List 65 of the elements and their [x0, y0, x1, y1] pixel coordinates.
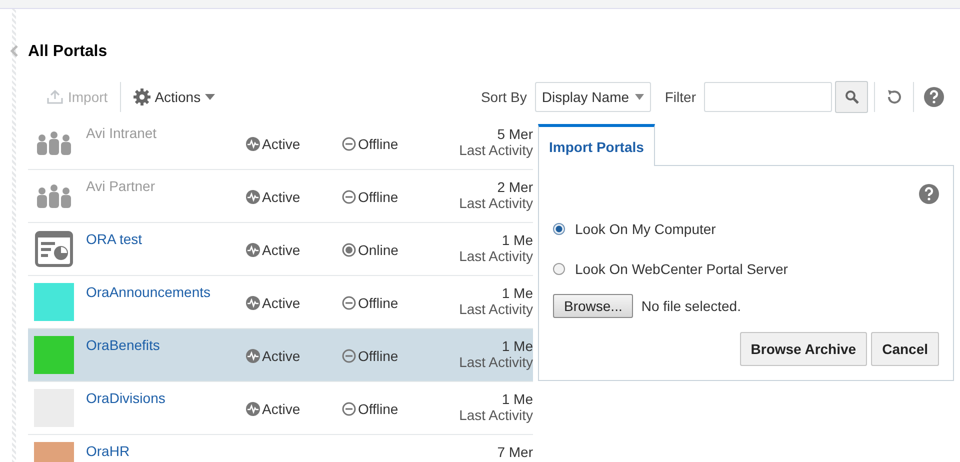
people-icon: [34, 183, 74, 209]
page-title: All Portals: [28, 43, 108, 62]
portal-row[interactable]: OraDivisions Active Offline 1 Me Last Activity: [28, 382, 533, 435]
search-button[interactable]: [835, 81, 868, 113]
activity-date: 2 Mer: [497, 179, 533, 195]
source-radio-option[interactable]: Look On My Computer: [553, 218, 939, 240]
dialog-button[interactable]: Cancel: [871, 332, 939, 366]
portal-name-link[interactable]: OraBenefits: [86, 337, 246, 353]
status-text: Active: [262, 242, 300, 258]
pulse-icon: [246, 137, 260, 151]
browse-button[interactable]: Browse...: [553, 294, 634, 318]
upload-icon: [46, 90, 64, 104]
pulse-icon: [246, 243, 260, 257]
pulse-icon: [246, 349, 260, 363]
gear-icon: [132, 88, 151, 106]
caret-icon: [204, 94, 215, 100]
sort-by-label: Sort By: [480, 89, 527, 105]
portal-name-link[interactable]: OraDivisions: [86, 390, 246, 406]
last-activity-label: Last Activity: [459, 142, 533, 158]
last-activity-label: Last Activity: [459, 407, 533, 423]
activity-date: 1 Me: [502, 285, 533, 301]
people-icon: [34, 130, 74, 156]
availability-text: Offline: [358, 401, 398, 417]
file-status-text: No file selected.: [641, 298, 741, 314]
portal-name-link[interactable]: OraHR: [86, 443, 246, 459]
activity-date: 7 Mer: [497, 444, 533, 460]
availability-text: Offline: [358, 136, 398, 152]
help-icon[interactable]: [924, 87, 944, 107]
caret-icon: [634, 94, 644, 100]
pulse-icon: [246, 190, 260, 204]
status-text: Active: [262, 348, 300, 364]
portal-row[interactable]: OraBenefits Active Offline 1 Me Last Activity: [28, 329, 533, 382]
dialog-button[interactable]: Browse Archive: [740, 332, 868, 366]
refresh-icon[interactable]: [885, 88, 903, 106]
availability-text: Offline: [358, 348, 398, 364]
import-portals-tab[interactable]: Import Portals: [538, 124, 655, 166]
help-icon[interactable]: [919, 184, 939, 204]
last-activity-label: Last Activity: [459, 301, 533, 317]
search-icon: [844, 90, 858, 104]
filter-field[interactable]: [704, 82, 832, 112]
status-text: Active: [262, 401, 300, 417]
activity-date: 1 Me: [502, 391, 533, 407]
filter-label: Filter: [664, 89, 696, 105]
status-text: Active: [262, 295, 300, 311]
last-activity-label: Last Activity: [459, 195, 533, 211]
web-page-icon: [35, 231, 73, 267]
source-radio-option[interactable]: Look On WebCenter Portal Server: [553, 258, 939, 280]
status-text: Active: [262, 189, 300, 205]
pulse-icon: [246, 402, 260, 416]
activity-date: 1 Me: [502, 338, 533, 354]
portal-row[interactable]: OraHR 7 Mer: [28, 435, 533, 462]
portal-row[interactable]: ORA test Active Online 1 Me Last Activity: [28, 223, 533, 276]
actions-menu-button[interactable]: Actions: [126, 88, 221, 106]
portal-name-link[interactable]: ORA test: [86, 231, 246, 247]
activity-date: 5 Mer: [497, 126, 533, 142]
availability-text: Offline: [358, 189, 398, 205]
pulse-icon: [246, 296, 260, 310]
availability-text: Offline: [358, 295, 398, 311]
status-text: Active: [262, 136, 300, 152]
activity-date: 1 Me: [502, 232, 533, 248]
last-activity-label: Last Activity: [459, 248, 533, 264]
last-activity-label: Last Activity: [459, 354, 533, 370]
availability-text: Online: [358, 242, 398, 258]
sort-by-dropdown[interactable]: Display Name: [534, 82, 651, 112]
portal-name-link[interactable]: OraAnnouncements: [86, 284, 246, 300]
